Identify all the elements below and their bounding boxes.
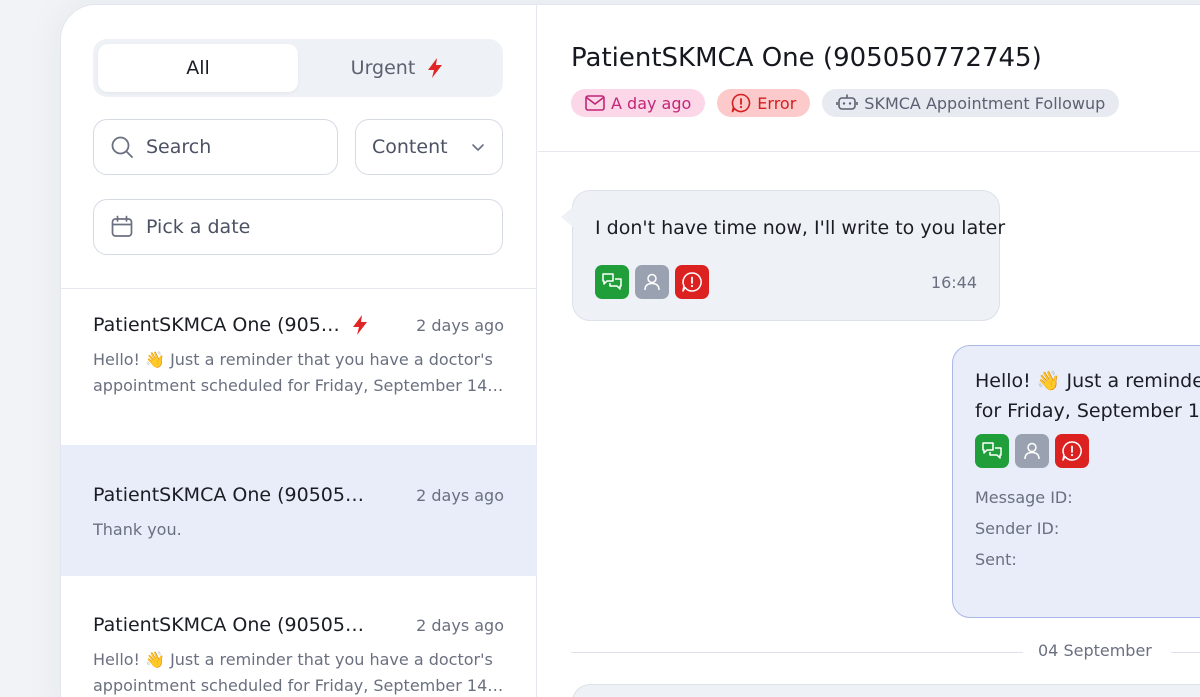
chevron-down-icon [472,144,484,151]
tab-all-label: All [186,57,210,79]
flow-badge[interactable]: SKMCA Appointment Followup [822,89,1120,117]
calendar-icon [111,215,133,237]
date-separator: 04 September [571,641,1200,665]
conversation-title: PatientSKMCA One (90505… [93,484,364,506]
app-window: All Urgent Search Content Pick a date Pa… [60,4,1200,697]
list-item-selected[interactable]: PatientSKMCA One (90505… 2 days ago Than… [61,445,537,576]
bot-icon [836,94,859,110]
incoming-message[interactable]: I don't have time now, I'll write to you… [561,190,1006,321]
sent-label: Sent: [975,550,1017,569]
date-picker[interactable]: Pick a date [93,199,503,255]
divider [571,652,1023,653]
thread-chips: A day ago Error SKMCA Appointment Follow… [571,89,1120,117]
time-badge: A day ago [571,89,706,117]
error-message-icon[interactable] [675,265,709,299]
conversation-preview: Hello! 👋 Just a reminder that you have a… [93,350,493,369]
date-separator-label: 04 September [1038,641,1152,660]
message-actions [975,434,1200,468]
list-item[interactable]: PatientSKMCA One (90505… 2 days ago Hell… [61,611,537,697]
outgoing-message-text-cont: for Friday, September 14, at 11 AM. [975,400,1200,422]
outgoing-message-text: Hello! 👋 Just a reminder that you have a… [975,370,1200,392]
search-input[interactable]: Search [93,119,338,175]
error-icon [731,93,751,113]
mail-icon [585,95,605,111]
filter-tabs: All Urgent [93,39,503,97]
urgent-icon [352,315,367,335]
tab-urgent-label: Urgent [350,57,416,79]
divider [538,151,1200,152]
divider [61,288,537,289]
chat-icon[interactable] [975,434,1009,468]
sender-id-label: Sender ID: [975,519,1060,538]
user-icon[interactable] [635,265,669,299]
tab-urgent[interactable]: Urgent [298,44,498,92]
flow-badge-label: SKMCA Appointment Followup [864,93,1106,113]
chat-icon[interactable] [595,265,629,299]
message-meta: Message ID: Sender ID: Sent: [975,482,1200,575]
user-icon[interactable] [1015,434,1049,468]
time-badge-label: A day ago [611,93,692,113]
message-actions [595,265,977,299]
conversation-preview: Hello! 👋 Just a reminder that you have a… [93,650,493,669]
message-time: 16:44 [930,273,977,292]
search-icon [111,136,133,158]
conversation-title: PatientSKMCA One (90505… [93,614,364,636]
content-select-value: Content [372,136,448,158]
conversation-preview: Thank you. [93,520,182,539]
conversation-time: 2 days ago [416,615,504,635]
conversation-list-panel: All Urgent Search Content Pick a date Pa… [61,5,537,697]
outgoing-message[interactable]: Hello! 👋 Just a reminder that you have a… [952,345,1200,618]
incoming-message-text: I don't have time now, I'll write to you… [595,217,1006,239]
error-message-icon[interactable] [1055,434,1089,468]
message-id-label: Message ID: [975,488,1073,507]
status-badge-label: Error [757,93,797,113]
conversation-title: PatientSKMCA One (905… [93,314,340,336]
date-placeholder: Pick a date [146,216,251,238]
list-item[interactable]: PatientSKMCA One (905… 2 days ago Hello!… [61,311,537,443]
conversation-time: 2 days ago [416,485,504,505]
conversation-preview-cont: appointment scheduled for Friday, Septem… [93,676,504,695]
divider [1171,652,1200,653]
thread-panel: PatientSKMCA One (905050772745) A day ag… [538,5,1200,697]
lightning-icon [428,58,443,78]
next-message[interactable] [572,684,1200,697]
conversation-time: 2 days ago [416,315,504,335]
thread-title: PatientSKMCA One (905050772745) [571,43,1042,73]
status-badge: Error [717,89,811,117]
search-placeholder: Search [146,136,212,158]
tab-all[interactable]: All [98,44,298,92]
conversation-preview-cont: appointment scheduled for Friday, Septem… [93,376,504,395]
content-select[interactable]: Content [355,119,503,175]
